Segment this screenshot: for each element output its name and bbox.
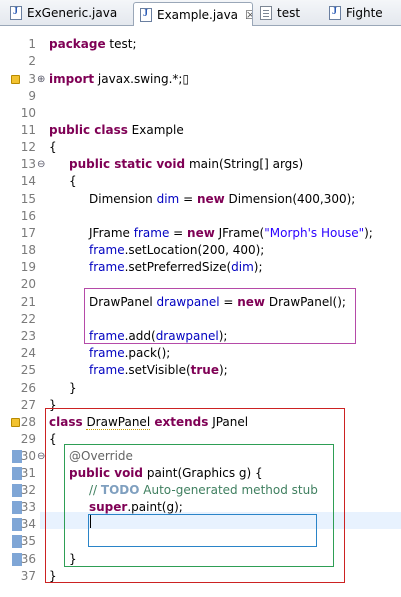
line-number: 17 [20,226,36,240]
line-number: 10 [20,106,36,120]
tab-label: Example.java [157,7,239,22]
code-line-11: public class Example [49,123,184,137]
code-line-12: { [49,140,57,154]
code-line-18: frame.setLocation(200, 400); [89,243,265,257]
tab-label: test [277,6,301,20]
highlight-box-empty-body [88,514,317,547]
line-number: 19 [20,260,36,274]
line-number: 1 [28,37,36,51]
code-line-15: Dimension dim = new Dimension(400,300); [89,192,356,206]
tab-test[interactable]: test [254,2,320,24]
tab-example[interactable]: Example.java ☒ [133,2,253,26]
code-line-17: JFrame frame = new JFrame("Morph's House… [89,226,373,240]
line-number: 35 [20,534,36,548]
code-line-26: } [69,381,77,395]
code-line-14: { [69,174,77,188]
code-line-13: public static void main(String[] args) [69,157,304,171]
code-line-19: frame.setPreferredSize(dim); [89,260,263,274]
line-number: 32 [20,483,36,497]
line-number: 16 [20,209,36,223]
line-number: 23 [20,329,36,343]
code-line-1: package test; [49,37,137,51]
line-number: 29 [20,432,36,446]
line-number: 36 [20,552,36,566]
line-number: 25 [20,363,36,377]
code-line-24: frame.pack(); [89,346,171,360]
line-number: 21 [20,295,36,309]
line-number: 18 [20,243,36,257]
tab-exgeneric[interactable]: ExGeneric.java [4,2,132,24]
line-number: 3 [28,72,36,86]
line-number: 14 [20,174,36,188]
java-file-icon [329,6,341,20]
line-number: 31 [20,466,36,480]
highlight-box-paint-method [64,444,334,567]
editor-tab-bar: ExGeneric.java Example.java ☒ test Fight… [0,0,401,26]
tab-fighter[interactable]: Fighte [323,2,401,24]
line-number: 22 [20,312,36,326]
tab-label: Fighte [346,6,383,20]
line-number: 11 [20,123,36,137]
tab-label: ExGeneric.java [27,6,118,20]
code-line-25: frame.setVisible(true); [89,363,228,377]
line-number: 15 [20,192,36,206]
close-tab-icon[interactable]: ☒ [245,8,252,22]
line-number: 33 [20,500,36,514]
fold-expand-icon[interactable]: ⊕ [37,71,45,88]
highlight-box-drawpanel-usage [84,288,356,344]
line-number: 30 [20,449,36,463]
line-number: 20 [20,277,36,291]
line-number: 24 [20,346,36,360]
line-number: 26 [20,381,36,395]
line-number: 34 [20,517,36,531]
java-file-icon [10,6,22,20]
line-number: 9 [28,89,36,103]
line-number: 13 [20,157,36,171]
line-number: 37 [20,569,36,583]
text-file-icon [260,6,272,20]
line-number: 12 [20,140,36,154]
line-number: 27 [20,398,36,412]
fold-collapse-icon[interactable]: ⊖ [37,156,45,173]
line-number: 2 [28,54,36,68]
line-number: 28 [20,415,36,429]
code-line-3: import javax.swing.*;▯ [49,72,190,86]
java-file-icon [140,7,152,22]
